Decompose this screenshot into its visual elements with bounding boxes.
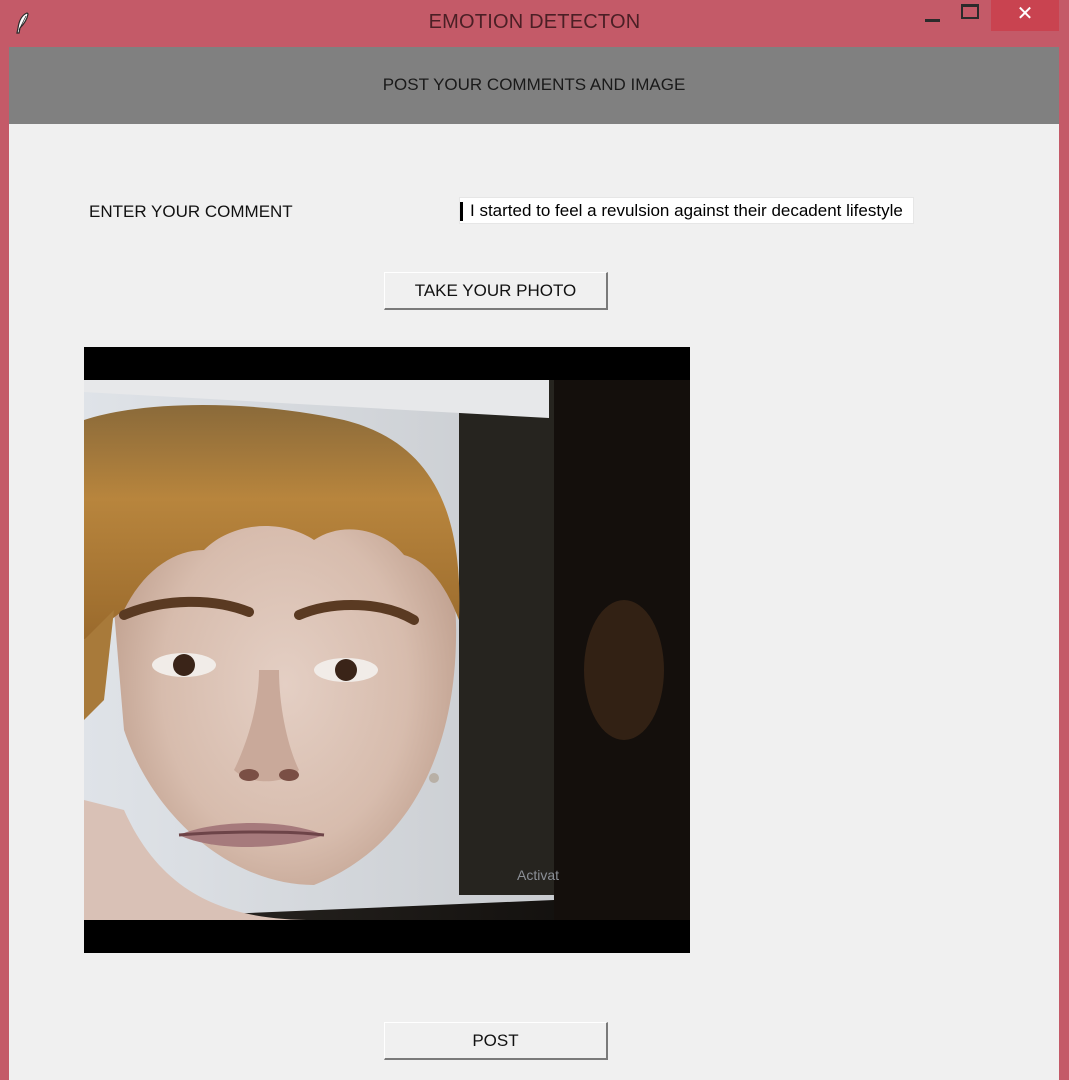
- comment-label: ENTER YOUR COMMENT: [89, 202, 293, 221]
- text-caret: [460, 202, 463, 221]
- maximize-icon: [961, 4, 979, 19]
- minimize-button[interactable]: [915, 0, 949, 31]
- title-bar[interactable]: EMOTION DETECTON ✕: [0, 0, 1069, 47]
- captured-photo: Activat: [84, 380, 690, 920]
- header-band: POST YOUR COMMENTS AND IMAGE: [9, 47, 1059, 124]
- app-window: EMOTION DETECTON ✕ POST YOUR COMMENTS AN…: [0, 0, 1069, 1080]
- client-area: POST YOUR COMMENTS AND IMAGE ENTER YOUR …: [9, 47, 1059, 1080]
- maximize-button[interactable]: [953, 0, 987, 31]
- post-button[interactable]: POST: [384, 1022, 608, 1060]
- comment-input[interactable]: [459, 197, 914, 224]
- close-button[interactable]: ✕: [991, 0, 1059, 31]
- page-title: POST YOUR COMMENTS AND IMAGE: [382, 75, 686, 94]
- minimize-icon: [924, 19, 940, 22]
- photo-overlay-text: Activat: [517, 867, 559, 883]
- take-photo-button[interactable]: TAKE YOUR PHOTO: [384, 272, 608, 310]
- close-icon: ✕: [1016, 0, 1034, 25]
- photo-frame: Activat: [84, 347, 690, 953]
- window-title: EMOTION DETECTON: [428, 11, 641, 33]
